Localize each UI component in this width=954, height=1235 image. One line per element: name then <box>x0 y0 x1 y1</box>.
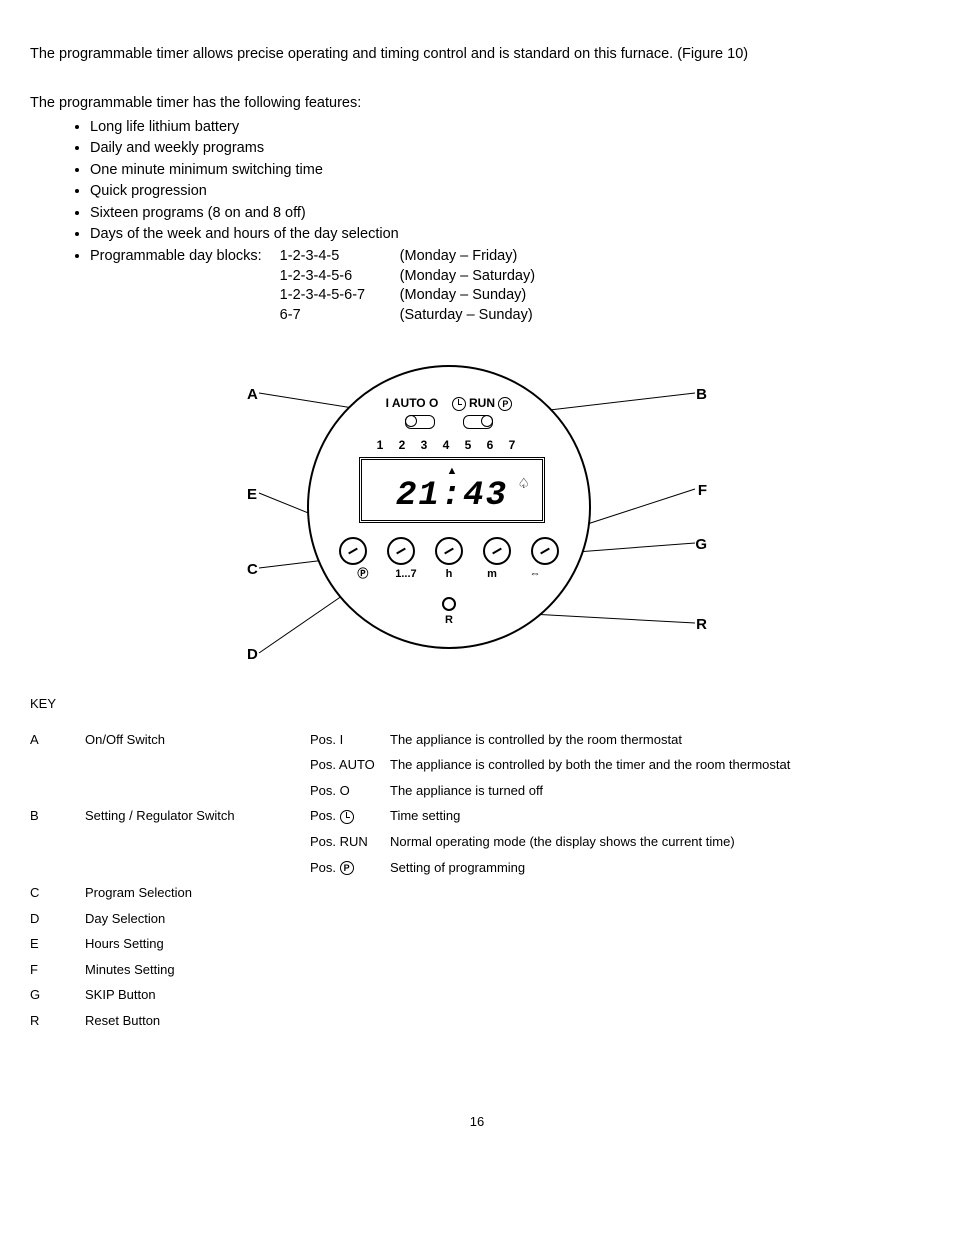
key-letter: D <box>30 906 85 932</box>
clock-icon <box>340 810 354 824</box>
reset-area: R <box>309 597 589 628</box>
key-letter: R <box>30 1008 85 1034</box>
switch-a-labels: I AUTO O <box>386 396 439 410</box>
key-desc: Normal operating mode (the display shows… <box>390 829 790 855</box>
p-icon: P <box>340 861 354 875</box>
key-desc: Setting of programming <box>390 855 790 881</box>
callout-D: D <box>247 645 258 665</box>
callout-C: C <box>247 560 258 580</box>
key-desc: The appliance is controlled by both the … <box>390 752 790 778</box>
callout-G: G <box>695 535 707 555</box>
feature-item: One minute minimum switching time <box>90 161 924 181</box>
dayblock-range: (Saturday – Sunday) <box>400 306 560 326</box>
key-letter: F <box>30 957 85 983</box>
key-label: SKIP Button <box>85 982 310 1008</box>
callout-E: E <box>247 485 257 505</box>
key-letter: A <box>30 727 85 753</box>
callout-R: R <box>696 615 707 635</box>
callout-F: F <box>698 481 707 501</box>
btn-label-days: 1...7 <box>386 567 426 582</box>
switch-b-run: RUN <box>469 396 495 410</box>
button-labels: Ⓟ 1...7 h m ⇔ <box>309 567 589 582</box>
skip-button[interactable] <box>531 537 559 565</box>
dayblocks-table: 1-2-3-4-5(Monday – Friday) 1-2-3-4-5-6(M… <box>280 247 560 325</box>
lcd-display: ▲ 21:43 ♤ <box>359 457 545 523</box>
reset-button[interactable] <box>442 597 456 611</box>
key-label: Program Selection <box>85 880 310 906</box>
key-pos: Pos. P <box>310 855 390 881</box>
lcd-bell-icon: ♤ <box>517 474 530 493</box>
dayblocks-label: Programmable day blocks: <box>90 247 262 325</box>
key-letter: B <box>30 803 85 829</box>
dayblock-range: (Monday – Friday) <box>400 247 560 267</box>
callout-A: A <box>247 385 258 405</box>
key-label: Minutes Setting <box>85 957 310 983</box>
key-pos: Pos. <box>310 803 390 829</box>
key-table: A On/Off Switch Pos. I The appliance is … <box>30 727 790 1034</box>
timer-figure: A B E F C G D R I AUTO O RUN P 1 2 3 4 5… <box>247 365 707 665</box>
dayblock-code: 1-2-3-4-5-6-7 <box>280 286 400 306</box>
p-icon: P <box>498 397 512 411</box>
key-pos: Pos. O <box>310 778 390 804</box>
btn-label-m: m <box>472 567 512 582</box>
key-pos: Pos. AUTO <box>310 752 390 778</box>
key-letter: G <box>30 982 85 1008</box>
key-pos: Pos. I <box>310 727 390 753</box>
dayblock-code: 1-2-3-4-5-6 <box>280 267 400 287</box>
dayblock-code: 1-2-3-4-5 <box>280 247 400 267</box>
feature-item: Quick progression <box>90 182 924 202</box>
clock-icon <box>452 397 466 411</box>
day-numbers: 1 2 3 4 5 6 7 <box>309 437 589 453</box>
feature-item: Sixteen programs (8 on and 8 off) <box>90 204 924 224</box>
intro-paragraph: The programmable timer allows precise op… <box>30 45 924 65</box>
key-label: Hours Setting <box>85 931 310 957</box>
key-label: Reset Button <box>85 1008 310 1034</box>
features-lead: The programmable timer has the following… <box>30 94 924 114</box>
btn-label-skip: ⇔ <box>515 567 555 582</box>
dayblock-range: (Monday – Sunday) <box>400 286 560 306</box>
program-selection-button[interactable] <box>339 537 367 565</box>
key-letter: C <box>30 880 85 906</box>
key-label: Day Selection <box>85 906 310 932</box>
feature-item: Long life lithium battery <box>90 118 924 138</box>
timer-dial: I AUTO O RUN P 1 2 3 4 5 6 7 ▲ 21:43 ♤ <box>307 365 591 649</box>
setting-regulator-switch[interactable] <box>463 415 493 429</box>
dayblock-code: 6-7 <box>280 306 400 326</box>
on-off-switch[interactable] <box>405 415 435 429</box>
key-desc: The appliance is controlled by the room … <box>390 727 790 753</box>
feature-item: Daily and weekly programs <box>90 139 924 159</box>
key-heading: KEY <box>30 695 924 713</box>
lcd-time: 21:43 <box>362 474 542 520</box>
key-desc: The appliance is turned off <box>390 778 790 804</box>
feature-item-dayblocks: Programmable day blocks: 1-2-3-4-5(Monda… <box>90 247 924 325</box>
key-label: On/Off Switch <box>85 727 310 753</box>
key-label: Setting / Regulator Switch <box>85 803 310 829</box>
minutes-button[interactable] <box>483 537 511 565</box>
key-letter: E <box>30 931 85 957</box>
key-section: KEY A On/Off Switch Pos. I The appliance… <box>30 695 924 1033</box>
feature-item: Days of the week and hours of the day se… <box>90 225 924 245</box>
features-list: Long life lithium battery Daily and week… <box>90 118 924 326</box>
hours-button[interactable] <box>435 537 463 565</box>
callout-B: B <box>696 385 707 405</box>
btn-label-h: h <box>429 567 469 582</box>
btn-label-p: Ⓟ <box>343 567 383 582</box>
dayblock-range: (Monday – Saturday) <box>400 267 560 287</box>
top-switch-row: I AUTO O RUN P <box>309 395 589 429</box>
day-selection-button[interactable] <box>387 537 415 565</box>
page-number: 16 <box>30 1113 924 1131</box>
reset-label: R <box>445 614 453 626</box>
key-desc: Time setting <box>390 803 790 829</box>
button-row <box>309 537 589 565</box>
key-pos: Pos. RUN <box>310 829 390 855</box>
